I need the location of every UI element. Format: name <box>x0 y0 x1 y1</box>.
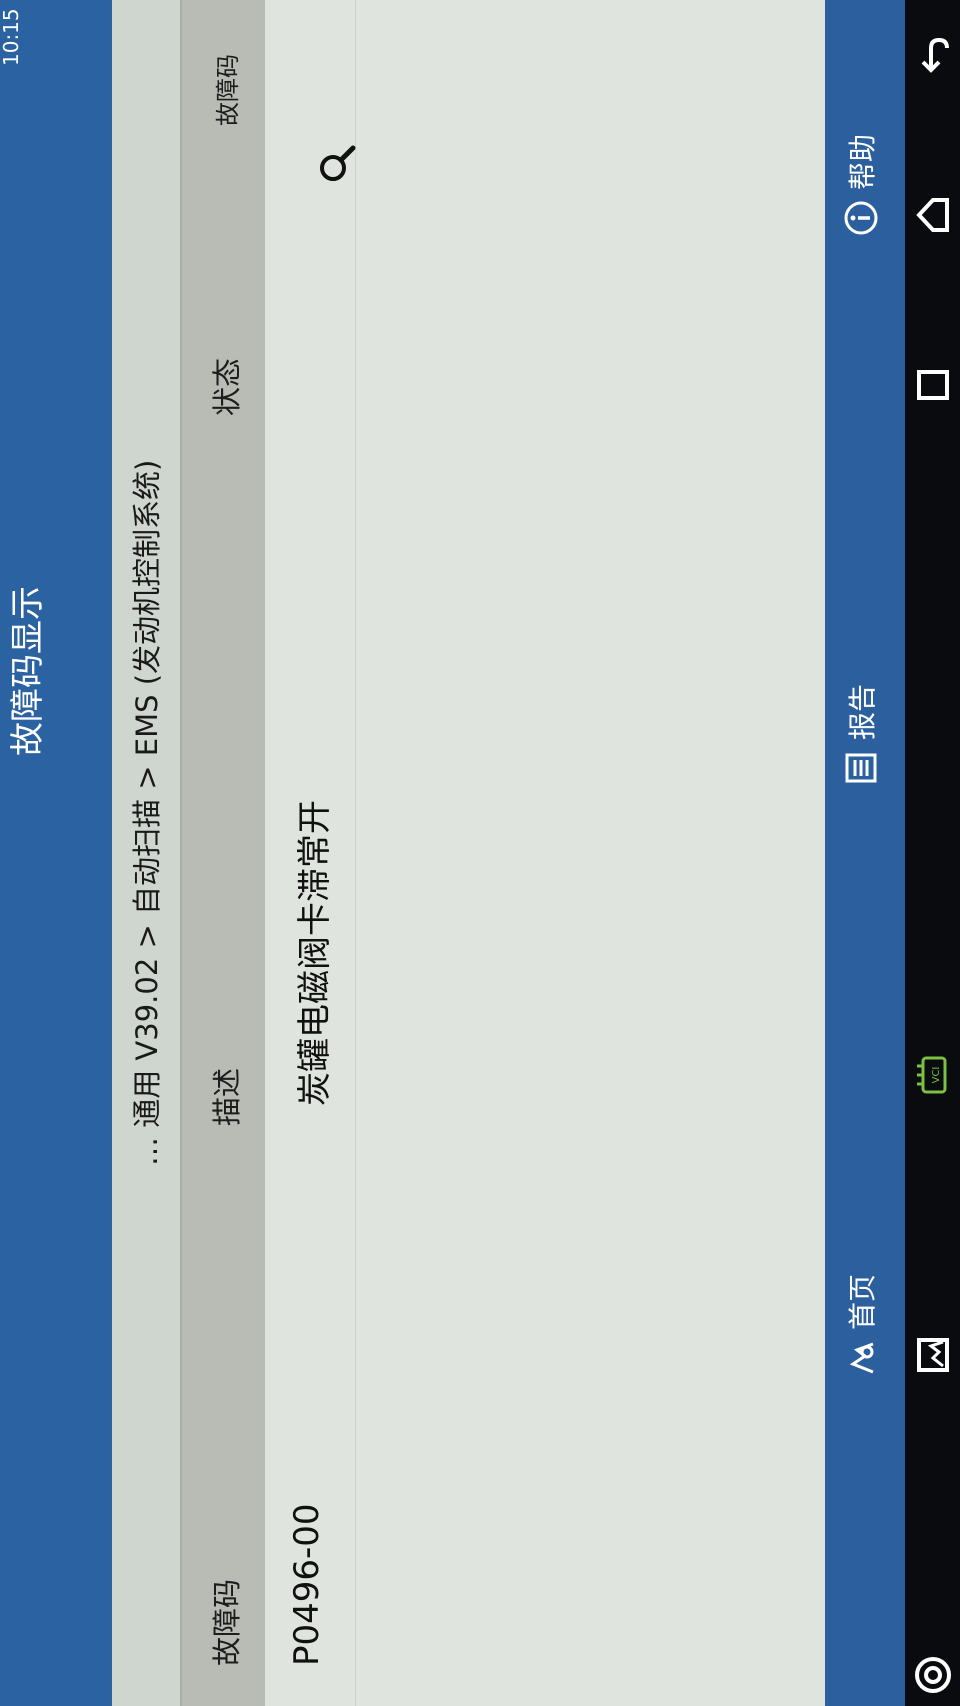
home-label: 首页 <box>846 1273 879 1330</box>
help-label: 帮助 <box>846 133 879 190</box>
page-title: 故障码显示 <box>8 586 48 756</box>
table-row[interactable]: P0496-00 炭罐电磁阀卡滞常开 <box>265 0 356 1706</box>
column-header-code[interactable]: 故障码 <box>204 1579 246 1666</box>
breadcrumb: … 通用 V39.02 > 自动扫描 > EMS (发动机控制系统) <box>112 0 180 1706</box>
title-bar: 故障码显示 10:15 <box>0 0 112 1706</box>
bottom-toolbar: 首页 报告 帮助 <box>825 0 905 1706</box>
recents-icon[interactable] <box>913 364 953 406</box>
report-label: 报告 <box>846 683 879 740</box>
system-nav-bar: VCI <box>905 0 960 1706</box>
breadcrumb-text: … 通用 V39.02 > 自动扫描 > EMS (发动机控制系统) <box>130 459 164 1166</box>
table-header: 故障码 描述 状态 故障码 <box>180 0 267 1706</box>
screenshot-icon[interactable] <box>913 1334 953 1376</box>
help-icon <box>844 201 878 235</box>
column-header-description[interactable]: 描述 <box>204 1068 246 1126</box>
help-button[interactable]: 帮助 <box>841 134 881 236</box>
report-icon <box>845 753 877 783</box>
search-icon[interactable] <box>315 142 359 186</box>
browser-icon[interactable] <box>913 1654 953 1696</box>
home-button[interactable]: 首页 <box>841 1274 881 1376</box>
svg-text:VCI: VCI <box>931 1067 942 1084</box>
column-header-status[interactable]: 状态 <box>204 358 246 416</box>
column-header-code-right[interactable]: 故障码 <box>208 54 243 126</box>
back-icon[interactable] <box>913 34 953 76</box>
report-button[interactable]: 报告 <box>841 684 881 786</box>
fault-description-cell: 炭罐电磁阀卡滞常开 <box>295 800 335 1106</box>
vci-icon[interactable]: VCI <box>913 1054 953 1096</box>
fault-code-table: P0496-00 炭罐电磁阀卡滞常开 <box>265 0 825 1706</box>
tablet-screen: 故障码显示 10:15 … 通用 V39.02 > 自动扫描 > EMS (发动… <box>0 0 960 1706</box>
fault-code-cell: P0496-00 <box>287 1503 327 1666</box>
status-time: 10:15 <box>0 8 23 66</box>
home-icon <box>849 1342 874 1374</box>
nav-home-icon[interactable] <box>913 194 953 236</box>
